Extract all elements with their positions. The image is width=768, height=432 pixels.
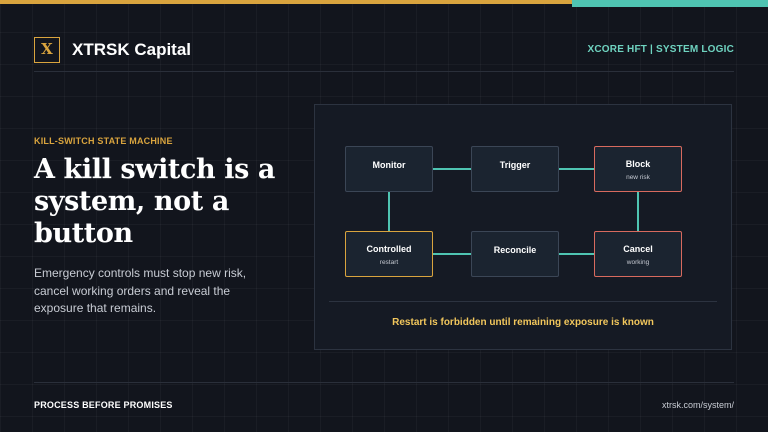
footer-divider	[34, 382, 734, 383]
brand-name: XTRSK Capital	[72, 40, 192, 59]
node-monitor-label: Monitor	[372, 160, 406, 170]
node-cancel: Cancel working	[594, 231, 682, 277]
top-accent-bar-gold	[0, 0, 572, 4]
node-block-sub: new risk	[626, 174, 650, 181]
node-controlled-sub: restart	[379, 259, 399, 266]
node-trigger-label: Trigger	[499, 160, 531, 170]
node-block: Block new risk	[594, 146, 682, 192]
node-block-label: Block	[625, 159, 651, 169]
node-reconcile: Reconcile	[471, 231, 559, 277]
diagram-connectors	[388, 168, 639, 255]
node-trigger: Trigger	[471, 146, 559, 192]
node-reconcile-label: Reconcile	[493, 245, 537, 255]
footer-motto: PROCESS BEFORE PROMISES	[34, 400, 173, 410]
node-controlled-label: Controlled	[366, 244, 412, 254]
panel-divider	[329, 301, 717, 302]
node-monitor: Monitor	[345, 146, 433, 192]
logo-letter: X	[41, 40, 53, 58]
section-eyebrow: KILL-SWITCH STATE MACHINE	[34, 136, 173, 146]
top-accent-bar-teal	[572, 0, 768, 7]
diagram-caption: Restart is forbidden until remaining exp…	[392, 317, 654, 328]
header-tagline: XCORE HFT | SYSTEM LOGIC	[587, 44, 734, 55]
slide: X XTRSK Capital XCORE HFT | SYSTEM LOGIC…	[0, 0, 768, 432]
state-machine-panel: Monitor Trigger Block new risk Controlle…	[314, 104, 732, 350]
node-controlled: Controlled restart	[345, 231, 433, 277]
node-cancel-label: Cancel	[623, 244, 653, 254]
slide-body-text: Emergency controls must stop new risk, c…	[34, 266, 247, 315]
logo-icon: X	[34, 37, 60, 63]
footer-url: xtrsk.com/system/	[661, 400, 734, 410]
header-divider	[34, 71, 734, 72]
node-cancel-sub: working	[626, 259, 650, 266]
slide-headline: A kill switch is a system, not a button	[34, 154, 276, 249]
